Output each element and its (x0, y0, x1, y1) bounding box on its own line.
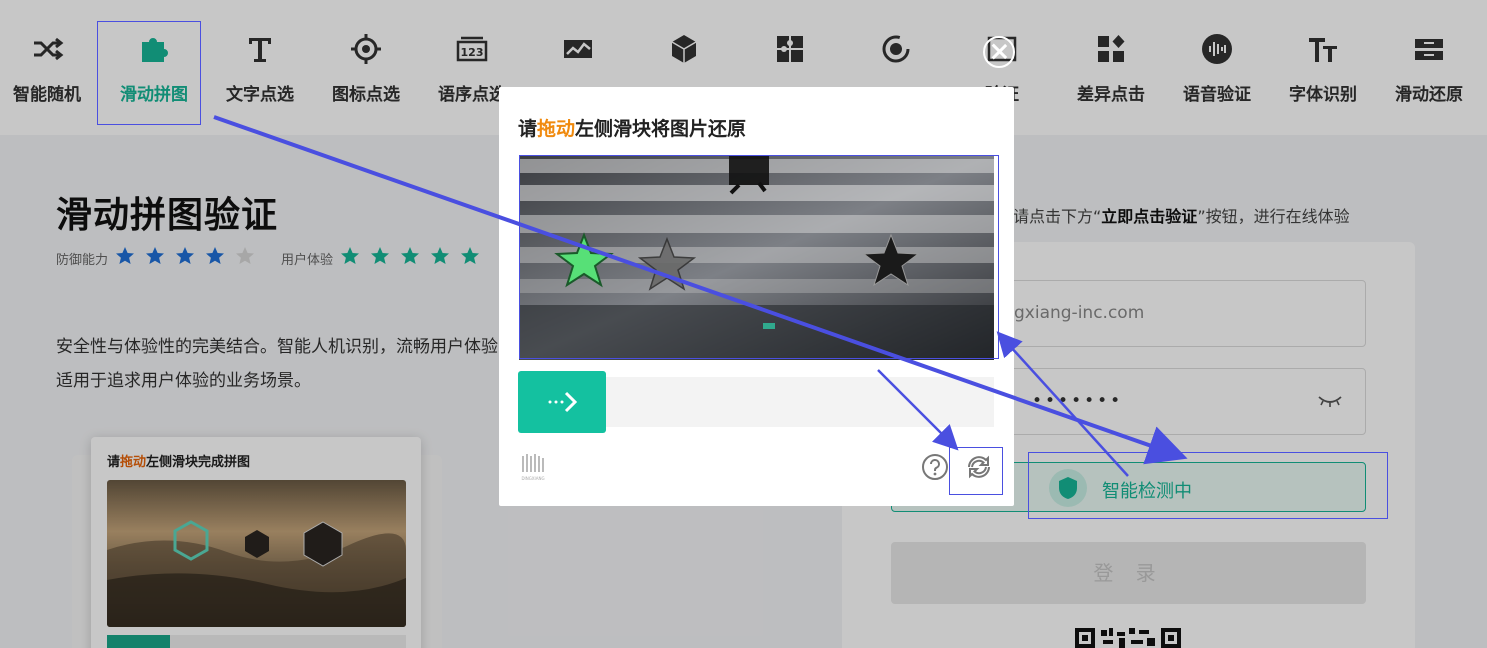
svg-text:DINGXIANG: DINGXIANG (521, 476, 544, 481)
dingxiang-logo-icon: DINGXIANG (521, 454, 545, 481)
annotation-box-image (519, 155, 999, 359)
arrow-right-icon (548, 391, 577, 413)
help-icon[interactable] (921, 453, 949, 481)
annotation-box-refresh (949, 447, 1003, 495)
slider-handle[interactable] (518, 371, 606, 433)
captcha-title: 请拖动左侧滑块将图片还原 (518, 118, 747, 140)
annotation-box-nav (97, 21, 201, 125)
close-icon[interactable] (983, 36, 1015, 68)
annotation-box-smart-check (1028, 452, 1388, 519)
